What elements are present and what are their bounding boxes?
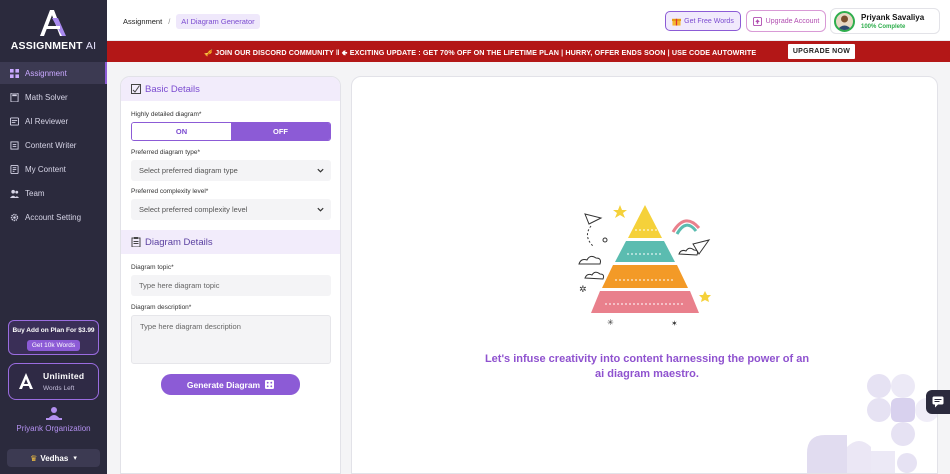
diagram-output-panel: ✲ ✳ ✶ Let's infuse creativity into conte… [351, 76, 938, 474]
profile-completion: 100% Complete [861, 24, 906, 30]
diagram-details-header: Diagram Details [121, 230, 340, 254]
sidebar: ASSIGNMENT AI Assignment Math Solver AI … [0, 0, 107, 474]
toggle-on-option[interactable]: ON [132, 123, 231, 140]
chat-support-button[interactable] [926, 390, 950, 414]
canvas-tagline: Let's infuse creativity into content har… [484, 353, 810, 380]
writer-icon [10, 140, 19, 150]
diagram-type-select[interactable]: Select preferred diagram type [131, 160, 331, 181]
complexity-label: Preferred complexity level* [131, 188, 209, 195]
complexity-select[interactable]: Select preferred complexity level [131, 199, 331, 220]
upgrade-account-label: Upgrade Account [765, 17, 820, 25]
grid-icon [10, 68, 19, 78]
chevron-down-icon: ▾ [73, 455, 77, 462]
reviewer-icon [10, 116, 19, 126]
promo-banner: 🎺 JOIN OUR DISCORD COMMUNITY ‖ 🢀 EXCITIN… [107, 41, 950, 62]
diagram-description-label: Diagram description* [131, 304, 192, 311]
svg-text:✳: ✳ [607, 318, 614, 327]
dice-icon [265, 380, 275, 389]
basic-details-title: Basic Details [145, 83, 200, 95]
avatar [834, 11, 855, 32]
sidebar-item-label: Team [25, 188, 45, 198]
chat-icon [932, 396, 944, 408]
checkbox-pencil-icon [131, 84, 141, 94]
organization[interactable]: Priyank Organization [0, 406, 107, 433]
app-root: ASSIGNMENT AI Assignment Math Solver AI … [0, 0, 950, 474]
unlimited-icon [19, 373, 33, 389]
sidebar-item-my-content[interactable]: My Content [0, 158, 107, 180]
upgrade-icon [752, 16, 762, 26]
promo-title: Buy Add on Plan For $3.99 [12, 327, 95, 334]
breadcrumb: Assignment / AI Diagram Generator [123, 14, 260, 29]
decorative-shapes [807, 374, 937, 473]
words-left-card: Unlimited Words Left [8, 363, 99, 400]
diagram-type-label: Preferred diagram type* [131, 149, 201, 156]
diagram-type-placeholder: Select preferred diagram type [139, 166, 238, 175]
detailed-diagram-label: Highly detailed diagram* [131, 111, 202, 118]
svg-text:✲: ✲ [579, 285, 587, 295]
folder-icon [10, 164, 19, 174]
sidebar-nav: Assignment Math Solver AI Reviewer Conte… [0, 62, 107, 230]
get-free-words-label: Get Free Words [684, 17, 734, 25]
gear-icon [10, 213, 19, 221]
sidebar-item-assignment[interactable]: Assignment [0, 62, 107, 84]
addon-promo-card[interactable]: Buy Add on Plan For $3.99 Get 10k Words [8, 320, 99, 355]
sidebar-item-math-solver[interactable]: Math Solver [0, 86, 107, 108]
svg-text:✶: ✶ [671, 319, 678, 328]
detailed-diagram-toggle[interactable]: ON OFF [131, 122, 331, 141]
sidebar-item-label: Assignment [25, 68, 67, 78]
calculator-icon [10, 92, 19, 102]
sidebar-item-label: My Content [25, 164, 66, 174]
diagram-topic-input[interactable]: Type here diagram topic [131, 275, 331, 296]
logo[interactable]: ASSIGNMENT AI [0, 8, 107, 52]
crown-icon: ♛ [30, 453, 38, 463]
sidebar-item-label: Content Writer [25, 140, 77, 150]
get-free-words-button[interactable]: Get Free Words [665, 11, 741, 31]
get-10k-words-button[interactable]: Get 10k Words [26, 340, 81, 351]
sidebar-item-label: Account Setting [25, 212, 82, 222]
diagram-description-textarea[interactable]: Type here diagram description [131, 315, 331, 364]
gift-icon [672, 18, 682, 26]
basic-details-header: Basic Details [121, 77, 340, 101]
logo-icon [39, 10, 66, 36]
workspace-switcher[interactable]: ♛ Vedhas ▾ [7, 449, 100, 467]
diagram-details-title: Diagram Details [145, 236, 213, 248]
generate-diagram-button[interactable]: Generate Diagram [161, 374, 300, 395]
diagram-topic-label: Diagram topic* [131, 264, 174, 271]
workspace-name: Vedhas [40, 453, 69, 463]
clipboard-icon [131, 237, 141, 247]
toggle-off-option[interactable]: OFF [231, 123, 330, 140]
avatar-person-icon [837, 15, 852, 30]
organization-icon [45, 407, 62, 420]
chevron-down-icon [317, 207, 324, 212]
generate-diagram-label: Generate Diagram [186, 379, 261, 390]
chevron-down-icon [317, 168, 324, 173]
team-icon [10, 189, 19, 198]
breadcrumb-current: AI Diagram Generator [176, 14, 260, 29]
sidebar-item-label: AI Reviewer [25, 116, 69, 126]
logo-text: ASSIGNMENT AI [10, 40, 97, 52]
breadcrumb-separator: / [168, 17, 171, 26]
breadcrumb-assignment[interactable]: Assignment [123, 17, 162, 26]
sidebar-item-content-writer[interactable]: Content Writer [0, 134, 107, 156]
profile-name: Priyank Savaliya [861, 13, 925, 22]
sidebar-item-label: Math Solver [25, 92, 68, 102]
profile-card[interactable]: Priyank Savaliya 100% Complete [830, 8, 940, 34]
sidebar-item-ai-reviewer[interactable]: AI Reviewer [0, 110, 107, 132]
upgrade-account-button[interactable]: Upgrade Account [746, 10, 826, 32]
upgrade-now-button[interactable]: UPGRADE NOW [788, 44, 855, 59]
pyramid-illustration: ✲ ✳ ✶ [578, 205, 711, 328]
top-header: Assignment / AI Diagram Generator Get Fr… [107, 0, 950, 41]
organization-name: Priyank Organization [16, 424, 91, 433]
unlimited-subtitle: Words Left [43, 385, 75, 392]
diagram-form-panel: Basic Details Highly detailed diagram* O… [120, 76, 341, 474]
sidebar-item-team[interactable]: Team [0, 182, 107, 204]
complexity-placeholder: Select preferred complexity level [139, 205, 248, 214]
banner-text: 🎺 JOIN OUR DISCORD COMMUNITY ‖ 🢀 EXCITIN… [204, 48, 757, 57]
sidebar-item-account-setting[interactable]: Account Setting [0, 206, 107, 228]
unlimited-title: Unlimited [43, 371, 85, 381]
